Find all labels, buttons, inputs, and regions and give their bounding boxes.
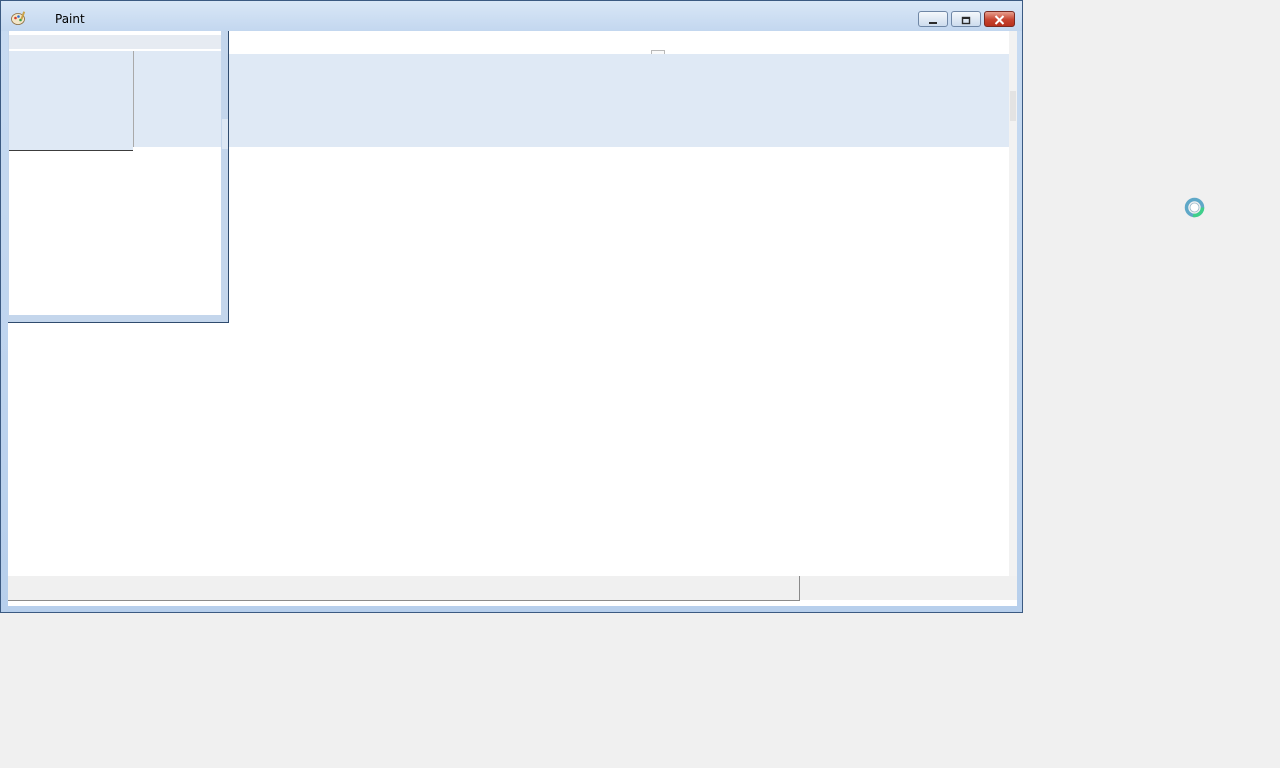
status-bottom-line xyxy=(8,600,800,601)
paint-app-icon[interactable] xyxy=(11,10,27,25)
title-bar[interactable]: Paint xyxy=(1,1,1022,31)
desktop: Paint xyxy=(0,0,1280,768)
menu-popup[interactable] xyxy=(8,31,229,323)
close-icon xyxy=(994,10,1005,29)
close-button[interactable] xyxy=(984,11,1015,27)
busy-spinner-icon xyxy=(1184,197,1205,218)
menu-popup-scroll-thumb[interactable] xyxy=(222,119,228,149)
menu-popup-scrollbar[interactable] xyxy=(222,31,228,315)
menu-popup-left-pane[interactable] xyxy=(9,51,133,151)
paint-window: Paint xyxy=(0,0,1023,613)
menu-popup-body xyxy=(9,31,221,315)
status-bar xyxy=(8,576,1017,601)
minimize-button[interactable] xyxy=(918,11,948,27)
minimize-icon xyxy=(928,10,938,29)
vertical-scrollbar[interactable] xyxy=(1009,31,1017,576)
maximize-icon xyxy=(961,10,971,29)
menu-popup-header xyxy=(9,35,221,49)
status-divider xyxy=(799,576,800,600)
window-title: Paint xyxy=(55,12,85,26)
menu-popup-right-pane[interactable] xyxy=(133,51,221,147)
scrollbar-thumb[interactable] xyxy=(1010,91,1016,121)
maximize-button[interactable] xyxy=(951,11,981,27)
